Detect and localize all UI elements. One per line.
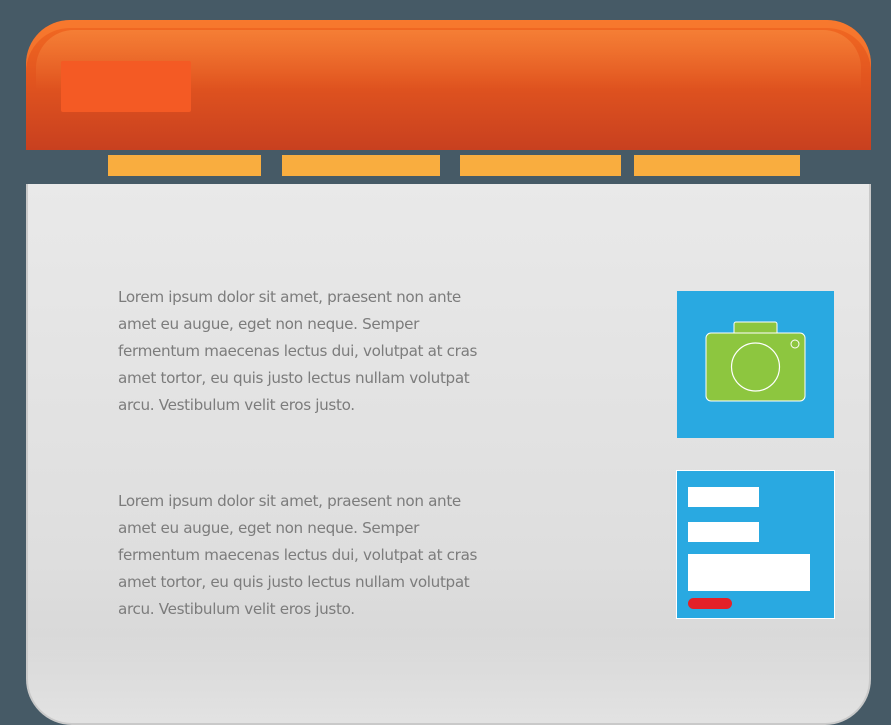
nav-tab-2[interactable] <box>282 155 440 176</box>
form-field-2[interactable] <box>688 522 759 542</box>
nav-tab-1[interactable] <box>108 155 261 176</box>
content-paragraph-2: Lorem ipsum dolor sit amet, praesent non… <box>118 492 478 618</box>
form-textarea[interactable] <box>688 554 810 591</box>
nav-tab-4[interactable] <box>634 155 800 176</box>
camera-icon <box>705 319 807 408</box>
content-paragraph-1: Lorem ipsum dolor sit amet, praesent non… <box>118 288 478 414</box>
photo-widget[interactable] <box>677 291 834 438</box>
submit-button[interactable] <box>688 598 732 609</box>
logo-block[interactable] <box>61 61 191 112</box>
nav-tab-3[interactable] <box>460 155 621 176</box>
form-field-1[interactable] <box>688 487 759 507</box>
browser-header <box>26 20 871 150</box>
form-widget <box>676 470 835 619</box>
content-pane <box>26 184 871 725</box>
